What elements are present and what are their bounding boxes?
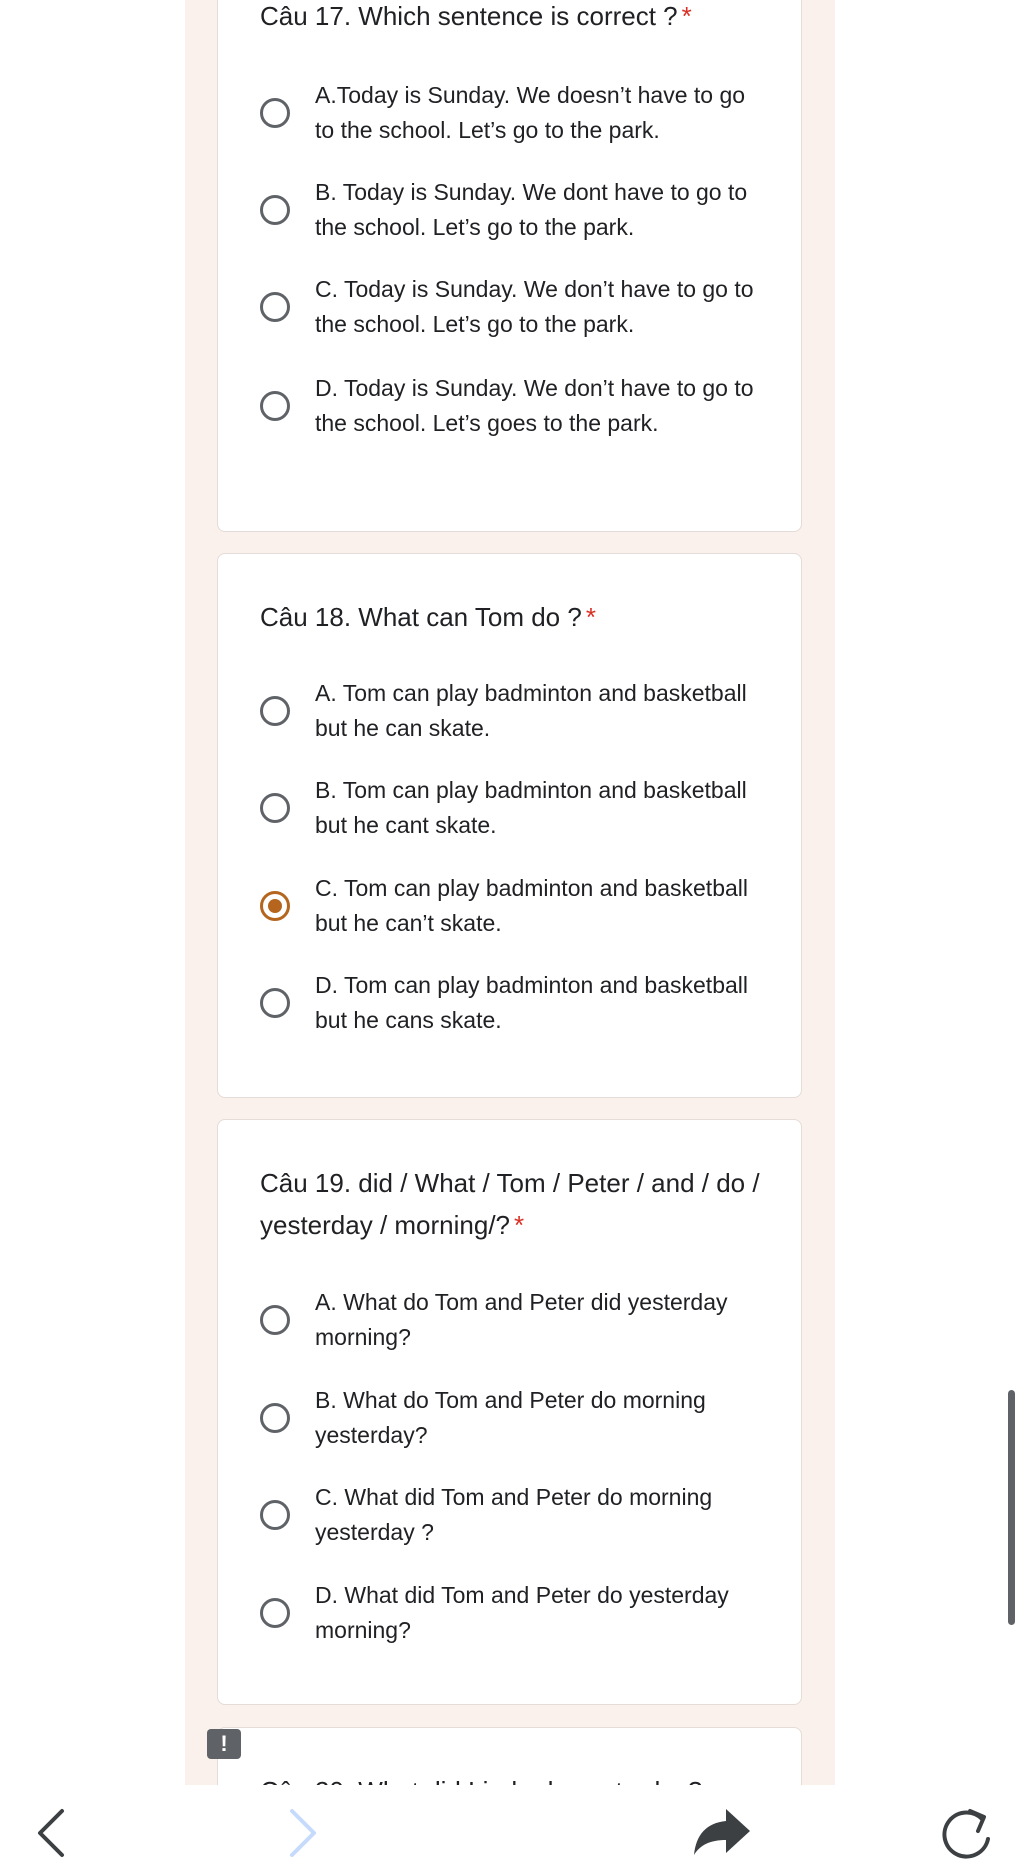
radio-button[interactable] bbox=[260, 1305, 290, 1335]
required-mark: * bbox=[681, 1, 692, 31]
option-18-d[interactable]: D. Tom can play badminton and basketball… bbox=[260, 968, 780, 1038]
option-17-c[interactable]: C. Today is Sunday. We don’t have to go … bbox=[260, 272, 780, 342]
question-title-19: Câu 19. did / What / Tom / Peter / and /… bbox=[260, 1162, 780, 1246]
question-title-18: Câu 18. What can Tom do ? * bbox=[260, 596, 780, 638]
question-title-20-partial: Câu 20. What did Linda do yesterday? bbox=[260, 1770, 780, 1785]
question-text: Câu 18. What can Tom do ? bbox=[260, 602, 582, 632]
option-label: B. What do Tom and Peter do morning yest… bbox=[315, 1387, 706, 1448]
required-mark: * bbox=[585, 602, 596, 632]
radio-button[interactable] bbox=[260, 98, 290, 128]
option-18-c[interactable]: C. Tom can play badminton and basketball… bbox=[260, 871, 780, 941]
radio-button[interactable] bbox=[260, 1598, 290, 1628]
radio-button[interactable] bbox=[260, 195, 290, 225]
option-label: A.Today is Sunday. We doesn’t have to go… bbox=[315, 82, 746, 143]
page: Câu 17. Which sentence is correct ? * A.T… bbox=[0, 0, 1024, 1861]
option-17-a[interactable]: A.Today is Sunday. We doesn’t have to go… bbox=[260, 78, 780, 148]
radio-button[interactable] bbox=[260, 1500, 290, 1530]
share-arrow-icon[interactable] bbox=[690, 1805, 754, 1857]
radio-button[interactable] bbox=[260, 793, 290, 823]
option-17-d[interactable]: D. Today is Sunday. We don’t have to go … bbox=[260, 371, 780, 441]
radio-button[interactable] bbox=[260, 696, 290, 726]
reload-icon[interactable] bbox=[938, 1805, 998, 1861]
option-19-c[interactable]: C. What did Tom and Peter do morning yes… bbox=[260, 1480, 780, 1550]
radio-button[interactable] bbox=[260, 292, 290, 322]
radio-button[interactable] bbox=[260, 1403, 290, 1433]
option-label: D. What did Tom and Peter do yesterday m… bbox=[315, 1582, 729, 1643]
option-label: D. Today is Sunday. We don’t have to go … bbox=[315, 375, 754, 436]
option-18-b[interactable]: B. Tom can play badminton and basketball… bbox=[260, 773, 780, 843]
radio-button-selected[interactable] bbox=[260, 891, 290, 921]
option-19-a[interactable]: A. What do Tom and Peter did yesterday m… bbox=[260, 1285, 780, 1355]
question-text: Câu 17. Which sentence is correct ? bbox=[260, 1, 678, 31]
option-label: B. Today is Sunday. We dont have to go t… bbox=[315, 179, 748, 240]
option-18-a[interactable]: A. Tom can play badminton and basketball… bbox=[260, 676, 780, 746]
browser-bottom-bar bbox=[0, 1785, 1024, 1861]
option-17-b[interactable]: B. Today is Sunday. We dont have to go t… bbox=[260, 175, 780, 245]
option-label: C. What did Tom and Peter do morning yes… bbox=[315, 1484, 713, 1545]
warning-icon[interactable]: ! bbox=[207, 1729, 241, 1759]
option-label: D. Tom can play badminton and basketball… bbox=[315, 972, 749, 1033]
option-19-d[interactable]: D. What did Tom and Peter do yesterday m… bbox=[260, 1578, 780, 1648]
option-label: A. What do Tom and Peter did yesterday m… bbox=[315, 1289, 728, 1350]
chevron-right-icon[interactable] bbox=[282, 1807, 322, 1859]
option-label: C. Tom can play badminton and basketball… bbox=[315, 875, 749, 936]
option-19-b[interactable]: B. What do Tom and Peter do morning yest… bbox=[260, 1383, 780, 1453]
question-title-17: Câu 17. Which sentence is correct ? * bbox=[260, 0, 780, 37]
option-label: A. Tom can play badminton and basketball… bbox=[315, 680, 747, 741]
radio-button[interactable] bbox=[260, 391, 290, 421]
option-label: B. Tom can play badminton and basketball… bbox=[315, 777, 747, 838]
chevron-left-icon[interactable] bbox=[32, 1807, 72, 1859]
required-mark: * bbox=[514, 1210, 525, 1240]
radio-button[interactable] bbox=[260, 988, 290, 1018]
option-label: C. Today is Sunday. We don’t have to go … bbox=[315, 276, 754, 337]
scrollbar-thumb[interactable] bbox=[1008, 1390, 1015, 1625]
question-text: Câu 19. did / What / Tom / Peter / and /… bbox=[260, 1168, 760, 1240]
